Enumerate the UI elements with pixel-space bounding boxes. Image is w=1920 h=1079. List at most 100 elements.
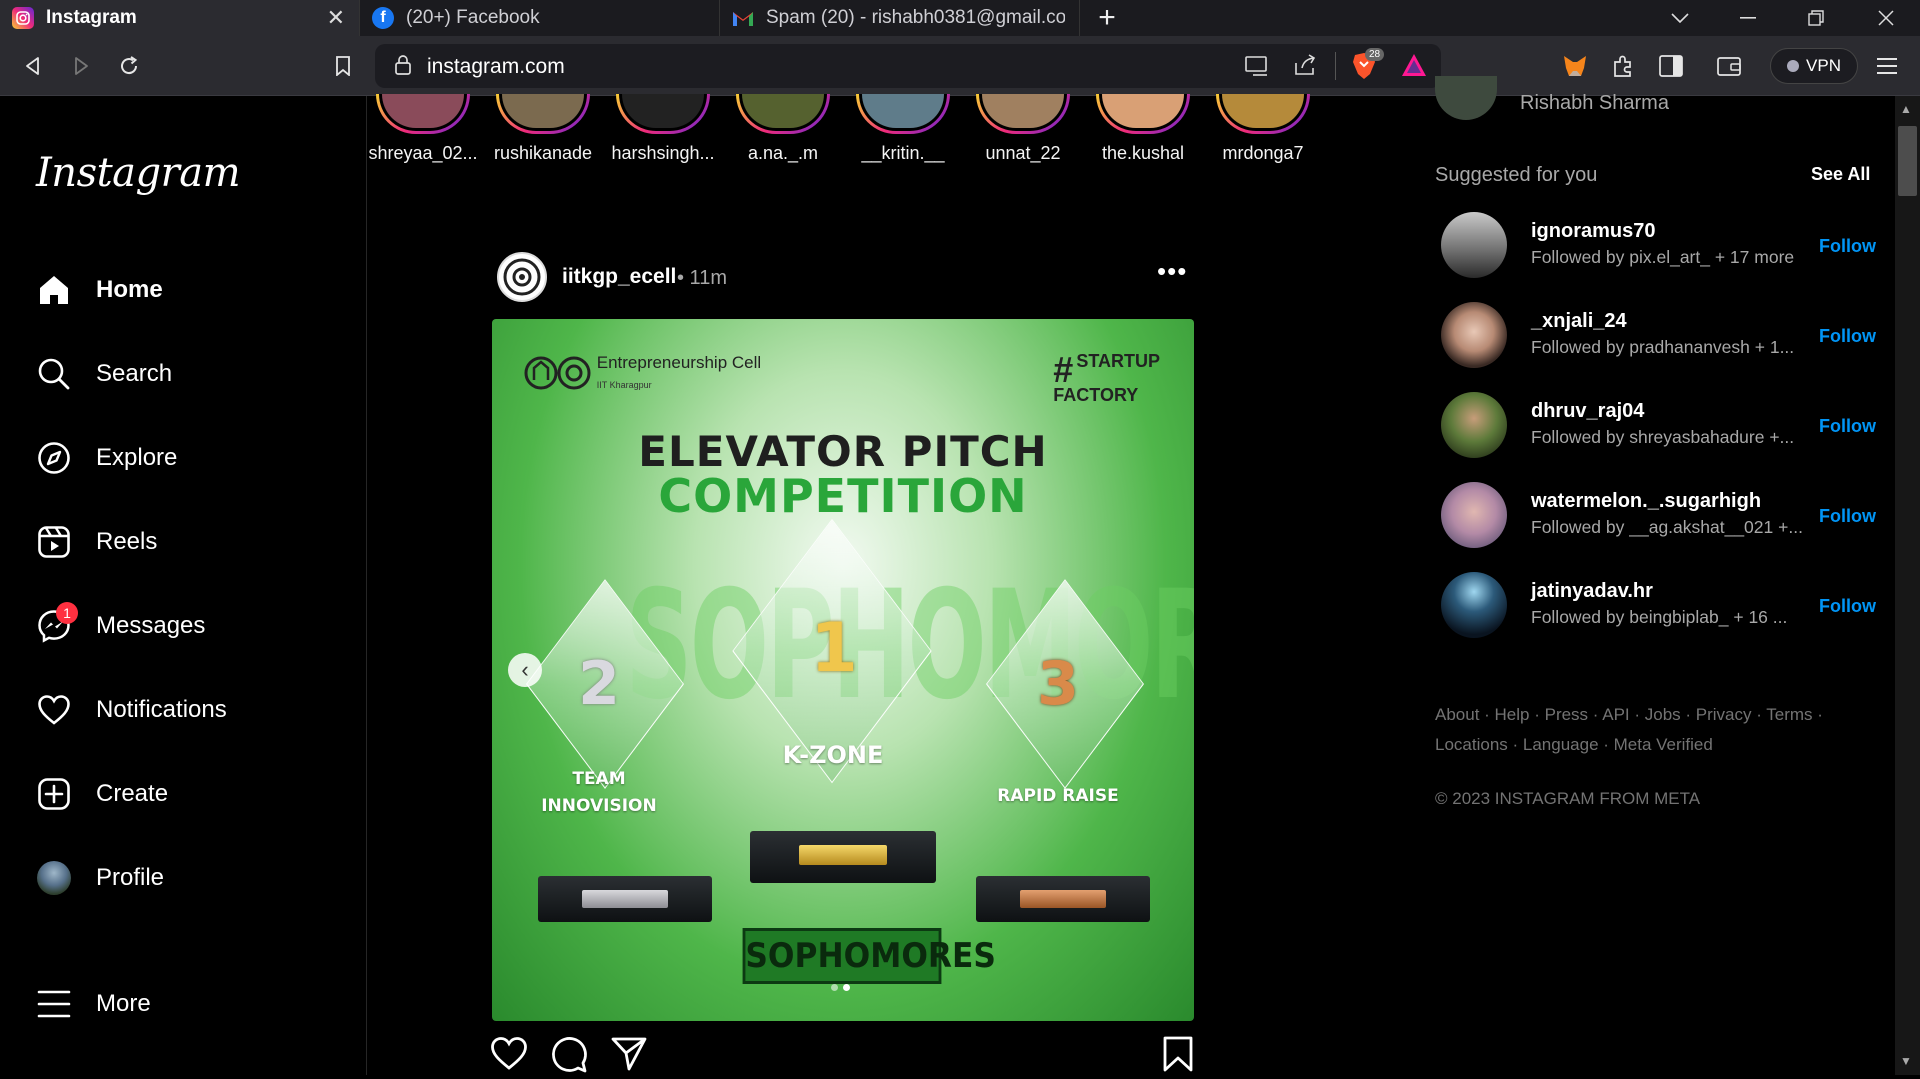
story-username: rushikanade: [493, 143, 593, 163]
like-heart-icon[interactable]: [490, 1036, 530, 1076]
close-tab-icon[interactable]: ✕: [327, 5, 345, 31]
story-item[interactable]: rushikanade: [488, 94, 598, 164]
nav-explore[interactable]: Explore: [36, 430, 336, 486]
story-item[interactable]: unnat_22: [968, 94, 1078, 164]
tab-instagram[interactable]: Instagram ✕: [0, 0, 360, 36]
trophy-1-label: K-ZONE: [763, 741, 903, 769]
metamask-fox-icon[interactable]: [1560, 51, 1590, 81]
wallet-icon[interactable]: [1714, 51, 1744, 81]
nav-more[interactable]: More: [36, 976, 336, 1032]
new-tab-button[interactable]: +: [1080, 0, 1134, 36]
tab-gmail[interactable]: Spam (20) - rishabh0381@gmail.com: [720, 0, 1080, 36]
tab-list-chevron-icon[interactable]: [1650, 0, 1710, 36]
browser-tab-strip: Instagram ✕ f (20+) Facebook Spam (20) -…: [0, 0, 1920, 36]
suggestion-avatar[interactable]: [1441, 302, 1507, 368]
story-item[interactable]: the.kushal: [1088, 94, 1198, 164]
story-username: a.na._.m: [747, 143, 819, 163]
nav-label: Create: [96, 780, 169, 807]
suggestion-avatar[interactable]: [1441, 482, 1507, 548]
bookmark-icon[interactable]: [328, 51, 358, 81]
follow-button[interactable]: Follow: [1819, 596, 1876, 617]
comment-icon[interactable]: [550, 1036, 590, 1076]
nav-label: Explore: [96, 444, 178, 471]
story-item[interactable]: a.na._.m: [728, 94, 838, 164]
instagram-icon: [12, 7, 34, 29]
nav-messages[interactable]: 1 Messages: [36, 598, 336, 654]
address-bar[interactable]: instagram.com 28: [375, 44, 1441, 88]
carousel-dot-active: [843, 984, 850, 991]
suggestion-username[interactable]: ignoramus70: [1531, 220, 1655, 243]
nav-label: Reels: [96, 528, 158, 555]
story-item[interactable]: __kritin.__: [848, 94, 958, 164]
sidebar-toggle-icon[interactable]: [1656, 51, 1686, 81]
carousel-dots: [831, 984, 850, 991]
back-icon[interactable]: [18, 51, 48, 81]
nav-search[interactable]: Search: [36, 346, 336, 402]
carousel-prev-chevron-icon[interactable]: ‹: [508, 653, 542, 687]
scrollbar-thumb[interactable]: [1898, 126, 1917, 196]
suggestion-username[interactable]: dhruv_raj04: [1531, 400, 1644, 423]
suggestion-avatar[interactable]: [1441, 212, 1507, 278]
nav-notifications[interactable]: Notifications: [36, 682, 336, 738]
nav-create[interactable]: Create: [36, 766, 336, 822]
lock-icon[interactable]: [395, 55, 411, 80]
tab-facebook[interactable]: f (20+) Facebook: [360, 0, 720, 36]
post-author-avatar[interactable]: [497, 252, 547, 302]
follow-button[interactable]: Follow: [1819, 506, 1876, 527]
follow-button[interactable]: Follow: [1819, 416, 1876, 437]
browser-menu-icon[interactable]: [1872, 51, 1902, 81]
cast-icon[interactable]: [1245, 55, 1269, 82]
follow-button[interactable]: Follow: [1819, 236, 1876, 257]
nav-label: Profile: [96, 864, 165, 891]
forward-icon[interactable]: [66, 51, 96, 81]
post-timestamp[interactable]: • 11m: [677, 267, 727, 290]
scroll-down-icon[interactable]: ▼: [1900, 1054, 1912, 1068]
trophy-2-label-line2: INNOVISION: [541, 796, 657, 816]
extensions-icon[interactable]: [1608, 51, 1638, 81]
post-image[interactable]: SOPHOMORES Entrepreneurship Cell IIT Kha…: [492, 319, 1194, 1021]
tab-title: Spam (20) - rishabh0381@gmail.com: [766, 7, 1065, 28]
share-icon[interactable]: [1293, 54, 1317, 81]
restore-icon[interactable]: [1786, 0, 1846, 36]
save-bookmark-icon[interactable]: [1162, 1036, 1202, 1076]
trophy-1-label-line1: K-ZONE: [782, 741, 884, 769]
footer-links[interactable]: About · Help · Press · API · Jobs · Priv…: [1435, 700, 1835, 760]
suggestion-username[interactable]: _xnjali_24: [1531, 310, 1627, 333]
carousel-dot: [831, 984, 838, 991]
startup-factory-tag: # STARTUP FACTORY: [1053, 351, 1160, 405]
nav-reels[interactable]: Reels: [36, 514, 336, 570]
scroll-up-icon[interactable]: ▲: [1900, 102, 1912, 116]
page-scrollbar[interactable]: ▲ ▼: [1895, 96, 1920, 1075]
suggestion-username[interactable]: watermelon._.sugarhigh: [1531, 490, 1761, 513]
nav-home[interactable]: Home: [36, 262, 336, 318]
org-subtitle: IIT Kharagpur: [596, 380, 652, 390]
instagram-logo[interactable]: Instagram: [36, 150, 241, 196]
close-window-icon[interactable]: [1856, 0, 1916, 36]
brave-rewards-icon[interactable]: [1401, 53, 1427, 82]
tag-line-1: STARTUP: [1076, 351, 1160, 371]
reload-icon[interactable]: [114, 51, 144, 81]
trophy-2-plate: [582, 890, 668, 908]
follow-button[interactable]: Follow: [1819, 326, 1876, 347]
facebook-icon: f: [372, 7, 394, 29]
story-item[interactable]: harshsingh...: [608, 94, 718, 164]
nav-profile[interactable]: Profile: [36, 850, 336, 906]
suggestion-followed-by: Followed by pix.el_art_ + 17 more: [1531, 247, 1795, 267]
suggestion-row: watermelon._.sugarhigh Followed by __ag.…: [1441, 482, 1876, 552]
minimize-icon[interactable]: [1718, 0, 1778, 36]
see-all-link[interactable]: See All: [1811, 164, 1870, 185]
post-username[interactable]: iitkgp_ecell: [562, 265, 676, 289]
suggestion-row: _xnjali_24 Followed by pradhananvesh + 1…: [1441, 302, 1876, 372]
browser-toolbar: instagram.com 28 VPN: [0, 36, 1920, 96]
story-username: the.kushal: [1101, 143, 1185, 163]
story-item[interactable]: shreyaa_02...: [368, 94, 478, 164]
more-options-icon[interactable]: •••: [1157, 256, 1187, 287]
share-send-icon[interactable]: [610, 1036, 650, 1076]
vpn-button[interactable]: VPN: [1770, 48, 1858, 84]
suggestion-avatar[interactable]: [1441, 572, 1507, 638]
suggestion-avatar[interactable]: [1441, 392, 1507, 458]
heart-icon: [36, 692, 72, 728]
story-item[interactable]: mrdonga7: [1208, 94, 1318, 164]
my-avatar[interactable]: [1435, 76, 1497, 120]
suggestion-username[interactable]: jatinyadav.hr: [1531, 580, 1653, 603]
